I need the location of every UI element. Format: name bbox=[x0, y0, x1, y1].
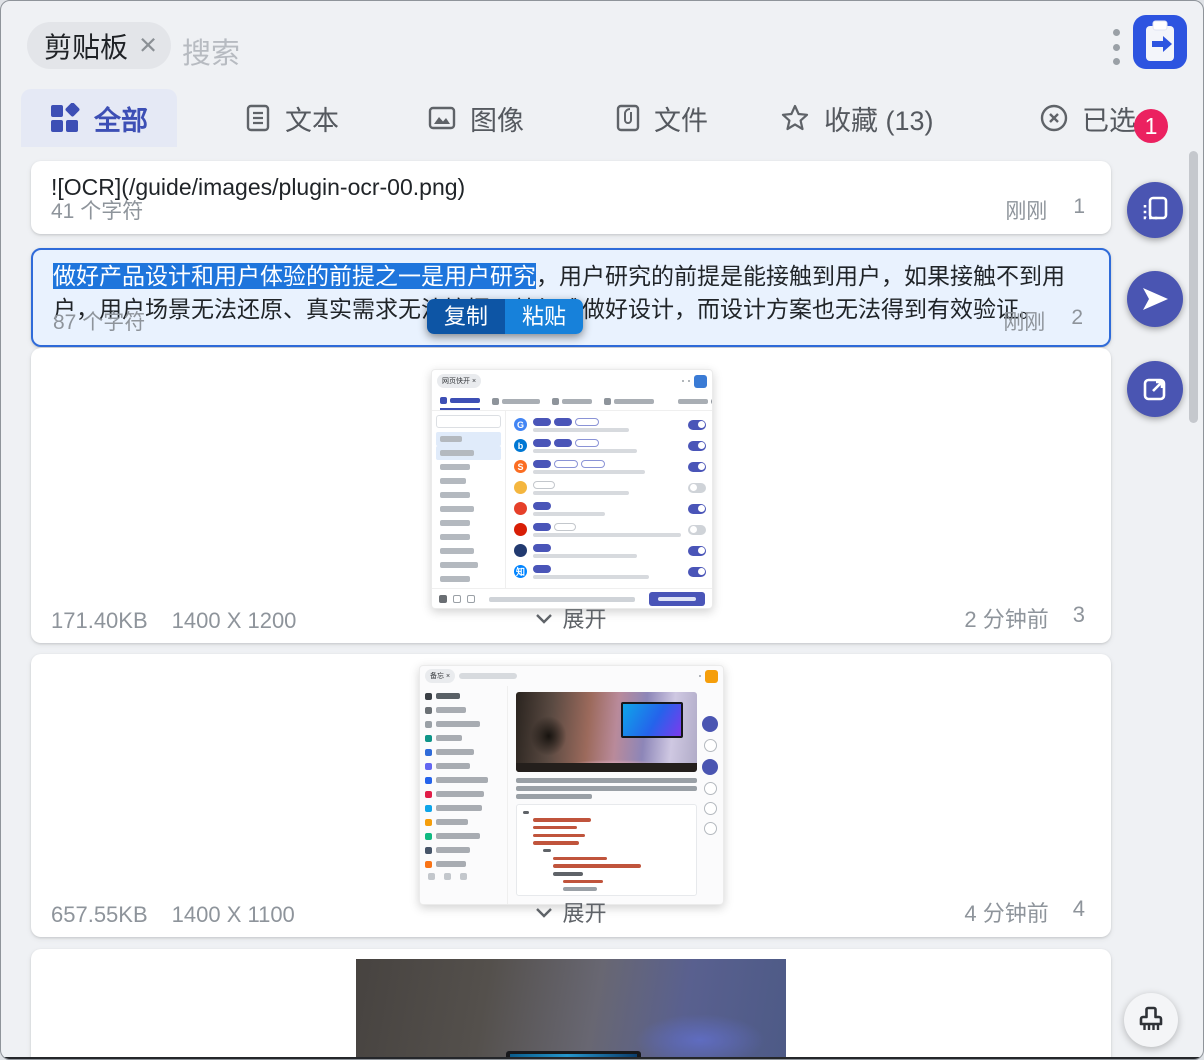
file-clip-icon bbox=[616, 104, 640, 132]
mini-toggle bbox=[688, 419, 706, 430]
mini-memo-main bbox=[508, 686, 723, 904]
thumbnail-quickopen-screenshot: 网页快开 × GbS 知 bbox=[431, 369, 713, 609]
tab-text-label: 文本 bbox=[285, 105, 339, 136]
search-input[interactable]: 搜索 bbox=[182, 30, 240, 72]
item-1-index: 1 bbox=[1073, 195, 1085, 218]
tab-file[interactable]: 文件 bbox=[615, 89, 708, 147]
clipboard-app-window: 剪贴板 × 搜索 全部 文本 图像 文件 收藏 (13) 已选 1 ![OCR]… bbox=[0, 0, 1204, 1060]
mini-toggle bbox=[688, 482, 706, 493]
clipboard-item-4[interactable]: 备忘 × 657.55KB 1400 X 1100 展开 4 分钟前 4 bbox=[31, 654, 1111, 937]
clipboard-plugin-icon[interactable] bbox=[1133, 15, 1187, 69]
mini-toggle bbox=[688, 440, 706, 451]
plugin-tag[interactable]: 剪贴板 × bbox=[27, 22, 172, 69]
mini-app-icon bbox=[694, 374, 707, 388]
open-external-icon bbox=[1143, 378, 1166, 401]
item-4-expand-label: 展开 bbox=[562, 901, 607, 926]
send-paste-button[interactable] bbox=[1127, 271, 1183, 327]
tab-selected[interactable]: 已选 bbox=[1039, 89, 1136, 147]
clipboard-item-5[interactable] bbox=[31, 949, 1111, 1059]
mini-toggle bbox=[688, 545, 706, 556]
mini-toggle bbox=[688, 524, 706, 535]
tab-all-label: 全部 bbox=[94, 105, 148, 136]
mini-memo-tag: 备忘 × bbox=[425, 669, 456, 683]
mini-site-icon bbox=[514, 481, 527, 494]
tab-image[interactable]: 图像 bbox=[427, 89, 524, 147]
clear-history-button[interactable] bbox=[1124, 993, 1178, 1047]
item-4-index: 4 bbox=[1072, 896, 1085, 921]
mini-code-block bbox=[516, 803, 697, 896]
tag-close-icon[interactable]: × bbox=[139, 29, 157, 60]
tab-all[interactable]: 全部 bbox=[21, 89, 177, 147]
mini-toggle bbox=[688, 566, 706, 577]
copy-paste-tooltip: 复制 粘贴 bbox=[427, 299, 584, 334]
mini-toggle bbox=[688, 503, 706, 514]
plugin-tag-label: 剪贴板 bbox=[44, 31, 129, 63]
clipboard-arrow-icon bbox=[1146, 20, 1174, 61]
mini-site-icon bbox=[514, 523, 527, 536]
mini-site-icon: 知 bbox=[514, 565, 527, 578]
selected-count-badge: 1 bbox=[1134, 109, 1168, 143]
copy-button[interactable]: 复制 bbox=[427, 299, 506, 334]
item-2-char-count: 87 个字符 bbox=[53, 311, 146, 334]
chevron-down-icon bbox=[536, 613, 553, 624]
mini-plugin-tag: 网页快开 × bbox=[437, 374, 482, 388]
item-2-time: 刚刚 bbox=[1003, 311, 1046, 334]
item-3-time: 2 分钟前 bbox=[964, 607, 1049, 632]
item-2-highlighted-text: 做好产品设计和用户体验的前提之一是用户研究 bbox=[53, 263, 536, 289]
tab-selected-label: 已选 bbox=[1082, 105, 1136, 136]
item-3-meta: 2 分钟前 3 bbox=[964, 602, 1085, 634]
send-icon bbox=[1143, 288, 1168, 310]
brush-clean-icon bbox=[1139, 1006, 1163, 1030]
image-icon bbox=[428, 106, 456, 130]
mini-site-icon bbox=[514, 502, 527, 515]
item-3-expand-button[interactable]: 展开 bbox=[31, 602, 1111, 634]
document-icon bbox=[246, 104, 270, 132]
copy-icon bbox=[1143, 196, 1168, 220]
item-2-index: 2 bbox=[1071, 306, 1083, 329]
star-icon bbox=[781, 104, 809, 131]
tab-image-label: 图像 bbox=[470, 105, 524, 136]
grid-icon bbox=[51, 102, 80, 132]
mini-note-text bbox=[516, 778, 697, 799]
thumbnail-memo-screenshot: 备忘 × bbox=[419, 665, 724, 905]
mini-memo-buttons bbox=[701, 716, 719, 842]
tab-bar: 全部 文本 图像 文件 收藏 (13) 已选 bbox=[1, 89, 1203, 147]
mini-memo-app-icon bbox=[705, 669, 718, 683]
clipboard-item-1[interactable]: ![OCR](/guide/images/plugin-ocr-00.png) … bbox=[31, 161, 1111, 234]
open-external-button[interactable] bbox=[1127, 361, 1183, 417]
mini-sidebar bbox=[432, 411, 506, 588]
scrollbar-thumb[interactable] bbox=[1189, 151, 1198, 423]
tab-favorites-label: 收藏 (13) bbox=[824, 105, 934, 136]
item-4-time: 4 分钟前 bbox=[964, 901, 1049, 926]
mini-site-icon: G bbox=[514, 418, 527, 431]
chevron-down-icon bbox=[536, 907, 553, 918]
paste-button[interactable]: 粘贴 bbox=[505, 299, 584, 334]
item-3-index: 3 bbox=[1072, 602, 1085, 627]
item-4-expand-button[interactable]: 展开 bbox=[31, 896, 1111, 928]
mini-tab-row bbox=[432, 392, 712, 411]
mini-memo-sidebar bbox=[420, 686, 508, 904]
mini-site-icon bbox=[514, 544, 527, 557]
mini-engine-list: GbS 知 bbox=[506, 411, 712, 588]
mini-site-icon: b bbox=[514, 439, 527, 452]
item-1-time: 刚刚 bbox=[1005, 200, 1048, 223]
more-menu-icon[interactable] bbox=[1113, 29, 1121, 65]
mini-site-icon: S bbox=[514, 460, 527, 473]
item-1-meta: 41 个字符 刚刚 1 bbox=[51, 195, 1085, 225]
item-1-char-count: 41 个字符 bbox=[51, 200, 144, 223]
tab-file-label: 文件 bbox=[654, 105, 708, 136]
multi-copy-button[interactable] bbox=[1127, 182, 1183, 238]
wallpaper-image-partial bbox=[356, 959, 786, 1059]
mini-desk-photo bbox=[516, 692, 697, 772]
item-4-meta: 4 分钟前 4 bbox=[964, 896, 1085, 928]
clipboard-item-3[interactable]: 网页快开 × GbS 知 171.40KB 1400 X 1200 展开 2 分钟… bbox=[31, 348, 1111, 643]
tab-text[interactable]: 文本 bbox=[244, 89, 339, 147]
tab-favorites[interactable]: 收藏 (13) bbox=[779, 89, 934, 147]
mini-search-box bbox=[436, 415, 501, 428]
item-3-expand-label: 展开 bbox=[562, 607, 607, 632]
mini-toggle bbox=[688, 461, 706, 472]
circle-x-icon bbox=[1040, 104, 1068, 132]
